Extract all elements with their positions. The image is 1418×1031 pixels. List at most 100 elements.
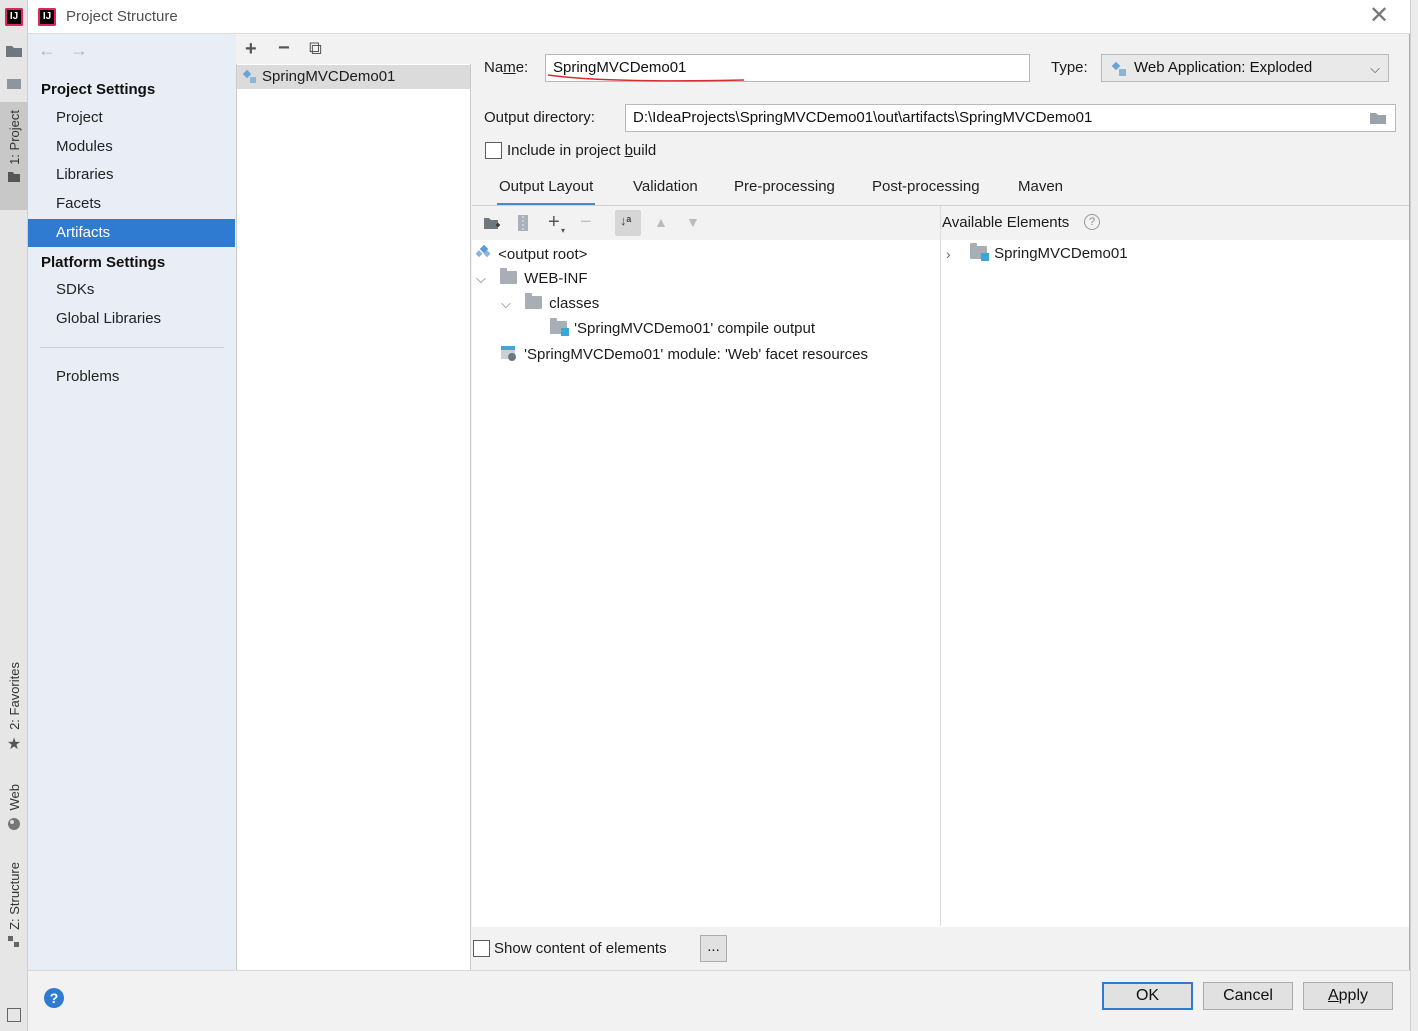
artifact-list-panel [236, 34, 471, 970]
tree-label: <output root> [498, 246, 588, 263]
back-arrow-icon[interactable]: ← [38, 40, 56, 61]
nav-item-libraries[interactable]: Libraries [28, 161, 235, 189]
layout-toolbar: + ▾ − ↓ᵃ ▲ ▼ [472, 206, 940, 240]
artifact-icon [242, 69, 256, 83]
add-element-button[interactable]: + [548, 212, 560, 232]
structure-tool-tab[interactable]: Z: Structure [0, 862, 28, 962]
chevron-right-icon[interactable]: › [946, 246, 951, 262]
folder-icon [500, 268, 517, 284]
available-item-label: SpringMVCDemo01 [994, 245, 1128, 262]
available-elements-title: Available Elements [942, 214, 1070, 231]
tree-item-classes[interactable]: classes [525, 293, 600, 312]
nav-item-modules[interactable]: Modules [28, 133, 235, 161]
sort-elements-button[interactable]: ↓ᵃ [615, 210, 641, 236]
ok-button[interactable]: OK [1102, 982, 1193, 1010]
name-label: Name: [484, 59, 529, 76]
title-bar [28, 0, 1410, 34]
chevron-down-icon[interactable]: ⌵ [476, 271, 486, 287]
tab-validation[interactable]: Validation [631, 176, 700, 206]
nav-item-global-libraries[interactable]: Global Libraries [28, 305, 235, 333]
panel-splitter[interactable] [940, 206, 941, 926]
browse-folder-icon[interactable] [1369, 111, 1387, 125]
web-app-icon [1111, 61, 1126, 76]
tree-label: WEB-INF [524, 270, 588, 287]
settings-nav: ← → Project Settings Project Modules Lib… [28, 34, 236, 970]
tree-item-web-facet-resources[interactable]: 'SpringMVCDemo01' module: 'Web' facet re… [500, 345, 868, 363]
project-tool-tab[interactable]: 1: Project [0, 102, 28, 210]
nav-divider [40, 347, 224, 348]
apply-button[interactable]: Apply [1303, 982, 1393, 1010]
copy-artifact-button[interactable]: ⧉ [309, 38, 322, 58]
artifact-name-label: SpringMVCDemo01 [262, 68, 396, 85]
type-label: Type: [1051, 59, 1088, 76]
intellij-logo: IJ [5, 8, 23, 26]
file-icon [0, 78, 28, 94]
tree-item-web-inf[interactable]: WEB-INF [500, 268, 588, 287]
spell-check-underline [547, 74, 745, 82]
output-directory-value: D:\IdeaProjects\SpringMVCDemo01\out\arti… [633, 109, 1093, 126]
archive-icon[interactable] [516, 214, 530, 232]
add-dropdown-icon: ▾ [561, 226, 566, 235]
tree-label: 'SpringMVCDemo01' module: 'Web' facet re… [524, 346, 868, 363]
nav-item-problems[interactable]: Problems [28, 363, 235, 391]
available-item-module[interactable]: SpringMVCDemo01 [970, 243, 1128, 262]
module-output-icon [550, 318, 569, 336]
type-select[interactable]: Web Application: Exploded ⌵ [1101, 54, 1389, 82]
show-content-options-button[interactable]: ... [700, 935, 727, 962]
tab-output-layout[interactable]: Output Layout [497, 176, 596, 206]
show-content-checkbox[interactable] [473, 940, 490, 957]
artifact-root-icon [475, 244, 491, 258]
move-down-icon[interactable]: ▼ [686, 214, 700, 230]
web-tool-label: Web [6, 784, 22, 811]
dialog-logo: IJ [38, 8, 56, 26]
layout-toggle-icon[interactable] [7, 1008, 21, 1022]
remove-element-button[interactable]: − [580, 212, 592, 232]
help-button[interactable]: ? [44, 988, 64, 1008]
globe-icon [8, 817, 20, 830]
nav-item-facets[interactable]: Facets [28, 190, 235, 218]
open-folder-icon[interactable] [0, 44, 28, 66]
tab-post-processing[interactable]: Post-processing [870, 176, 982, 206]
nav-item-sdks[interactable]: SDKs [28, 276, 235, 304]
forward-arrow-icon[interactable]: → [70, 40, 88, 61]
ide-editor-edge [1410, 0, 1418, 1031]
structure-tool-label: Z: Structure [6, 862, 22, 930]
ide-tool-strip: IJ 1: Project 2: Favorites ★ Web Z: Stru… [0, 0, 28, 1031]
project-tool-label: 1: Project [6, 110, 22, 165]
include-in-build-label: Include in project build [507, 142, 657, 159]
tree-item-output-root[interactable]: <output root> [475, 244, 588, 263]
chevron-down-icon[interactable]: ⌵ [501, 296, 511, 312]
star-icon: ★ [6, 735, 22, 753]
new-directory-icon[interactable] [483, 216, 501, 232]
output-directory-field[interactable]: D:\IdeaProjects\SpringMVCDemo01\out\arti… [625, 104, 1396, 132]
tree-label: 'SpringMVCDemo01' compile output [574, 320, 816, 337]
favorites-tool-label: 2: Favorites [6, 662, 22, 730]
folder-icon [8, 171, 20, 182]
add-artifact-button[interactable]: + [245, 39, 257, 59]
help-circle-icon[interactable]: ? [1084, 214, 1100, 230]
sort-icon: ↓ᵃ [620, 213, 632, 228]
nav-item-artifacts[interactable]: Artifacts [28, 219, 235, 247]
close-icon[interactable]: ✕ [1366, 4, 1392, 30]
artifact-list-toolbar: + − ⧉ [236, 34, 471, 64]
dialog-title: Project Structure [66, 8, 178, 25]
cancel-button[interactable]: Cancel [1203, 982, 1293, 1010]
available-elements-header: Available Elements ? [941, 206, 1409, 240]
web-tool-tab[interactable]: Web [0, 784, 28, 840]
include-in-build-checkbox[interactable] [485, 142, 502, 159]
module-icon [970, 243, 989, 261]
tree-item-compile-output[interactable]: 'SpringMVCDemo01' compile output [550, 318, 816, 337]
remove-artifact-button[interactable]: − [278, 38, 290, 58]
project-settings-header: Project Settings [41, 81, 156, 98]
web-facet-icon [501, 346, 516, 361]
favorites-tool-tab[interactable]: 2: Favorites ★ [0, 662, 28, 762]
show-content-label: Show content of elements [494, 940, 667, 957]
output-directory-label: Output directory: [484, 109, 595, 126]
tab-pre-processing[interactable]: Pre-processing [732, 176, 837, 206]
tab-maven[interactable]: Maven [1016, 176, 1065, 206]
artifact-list-item[interactable]: SpringMVCDemo01 [237, 65, 470, 89]
nav-item-project[interactable]: Project [28, 104, 235, 132]
structure-icon [8, 935, 19, 947]
move-up-icon[interactable]: ▲ [654, 214, 668, 230]
tree-label: classes [549, 295, 600, 312]
